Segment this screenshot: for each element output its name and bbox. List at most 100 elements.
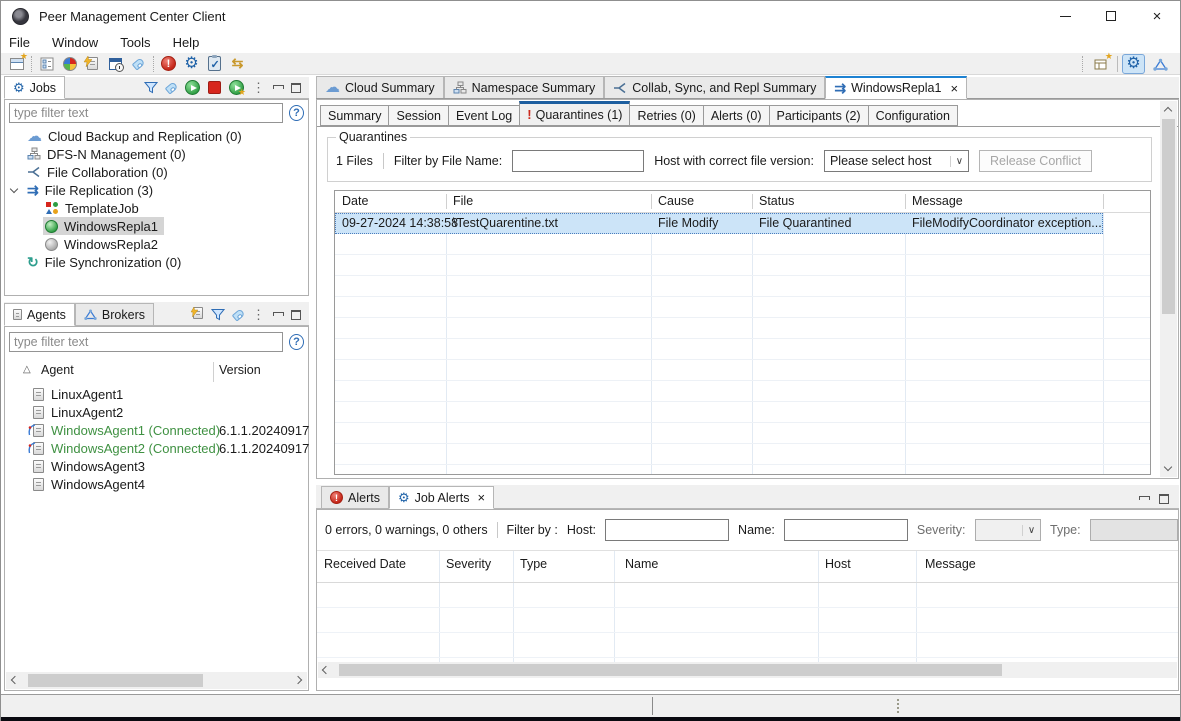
- tab-alerts[interactable]: ! Alerts: [321, 486, 389, 508]
- column-message[interactable]: Message: [912, 194, 963, 208]
- subtab-configuration[interactable]: Configuration: [868, 105, 958, 126]
- tab-job-alerts[interactable]: ⚙ Job Alerts ×: [389, 486, 494, 509]
- agent-row-windowsagent2[interactable]: WindowsAgent2 (Connected) 6.1.1.20240917: [5, 439, 308, 457]
- tree-item-templatejob[interactable]: TemplateJob: [5, 199, 308, 217]
- host-select[interactable]: Please select host ∨: [824, 150, 969, 172]
- maximize-view-icon[interactable]: [291, 310, 301, 320]
- agent-row-linuxagent2[interactable]: LinuxAgent2: [5, 403, 308, 421]
- minimize-view-icon[interactable]: [273, 311, 283, 319]
- agent-activity-icon[interactable]: [193, 307, 203, 322]
- scrollbar-thumb[interactable]: [28, 674, 203, 687]
- new-job-icon[interactable]: ★: [5, 54, 28, 74]
- column-date[interactable]: Date: [342, 194, 368, 208]
- maximize-view-icon[interactable]: [1159, 494, 1169, 504]
- open-perspective-icon[interactable]: ★: [1090, 54, 1113, 74]
- scroll-up-icon[interactable]: [1164, 107, 1172, 115]
- column-name[interactable]: Name: [625, 557, 658, 571]
- view-menu-icon[interactable]: ⋮: [252, 311, 265, 318]
- column-file[interactable]: File: [453, 194, 473, 208]
- close-button[interactable]: ×: [1134, 1, 1180, 31]
- jobs-help-icon[interactable]: ?: [289, 105, 304, 121]
- type-filter-input[interactable]: [1090, 519, 1178, 541]
- tree-item-windowsrepla2[interactable]: WindowsRepla2: [5, 235, 308, 253]
- stop-job-icon[interactable]: [208, 81, 221, 94]
- subtab-retries[interactable]: Retries (0): [630, 105, 702, 126]
- alerts-icon[interactable]: !: [157, 54, 180, 74]
- subtab-alerts[interactable]: Alerts (0): [703, 105, 769, 126]
- agents-hscrollbar[interactable]: [6, 672, 307, 689]
- close-tab-icon[interactable]: ×: [950, 81, 958, 96]
- maximize-view-icon[interactable]: [291, 83, 301, 93]
- minimize-view-icon[interactable]: [1139, 495, 1149, 503]
- close-tab-icon[interactable]: ×: [478, 490, 486, 505]
- release-conflict-button[interactable]: Release Conflict: [979, 150, 1092, 172]
- tree-item-windowsrepla1[interactable]: WindowsRepla1: [5, 217, 308, 235]
- scrollbar-thumb[interactable]: [1162, 119, 1175, 314]
- tree-item-dfsn[interactable]: DFS-N Management (0): [5, 145, 308, 163]
- tab-agents[interactable]: Agents: [4, 303, 75, 326]
- scheduled-tasks-icon[interactable]: [104, 54, 127, 74]
- tags-icon[interactable]: [165, 81, 179, 94]
- tag-icon[interactable]: [127, 54, 150, 74]
- subtab-participants[interactable]: Participants (2): [769, 105, 868, 126]
- file-name-filter-input[interactable]: [512, 150, 644, 172]
- column-status[interactable]: Status: [759, 194, 794, 208]
- column-message[interactable]: Message: [925, 557, 976, 571]
- agents-filter-input[interactable]: [9, 332, 283, 352]
- minimize-button[interactable]: [1042, 1, 1088, 31]
- menu-tools[interactable]: Tools: [120, 35, 150, 50]
- topology-perspective-icon[interactable]: [1149, 54, 1172, 74]
- scroll-left-icon[interactable]: [322, 666, 330, 674]
- filter-icon[interactable]: [144, 81, 158, 94]
- menu-file[interactable]: File: [9, 35, 30, 50]
- column-cause[interactable]: Cause: [658, 194, 694, 208]
- subtab-summary[interactable]: Summary: [320, 105, 388, 126]
- preferences-gear-icon[interactable]: ⚙: [180, 54, 203, 74]
- alerts-hscrollbar[interactable]: [318, 662, 1177, 678]
- view-menu-icon[interactable]: ⋮: [252, 84, 265, 91]
- refresh-sync-icon[interactable]: ⇆: [226, 54, 249, 74]
- editor-tab-namespace-summary[interactable]: Namespace Summary: [444, 76, 605, 98]
- checklist-icon[interactable]: [35, 54, 58, 74]
- restart-job-icon[interactable]: ★: [229, 80, 244, 95]
- subtab-quarantines[interactable]: ! Quarantines (1): [519, 101, 630, 126]
- validate-clipboard-icon[interactable]: [203, 54, 226, 74]
- agents-help-icon[interactable]: ?: [289, 334, 304, 350]
- tree-item-file-collaboration[interactable]: File Collaboration (0): [5, 163, 308, 181]
- host-filter-input[interactable]: [605, 519, 729, 541]
- start-job-icon[interactable]: [185, 80, 200, 95]
- tags-icon[interactable]: [232, 308, 246, 321]
- jobs-filter-input[interactable]: [9, 103, 283, 123]
- column-version[interactable]: Version: [219, 363, 261, 377]
- agent-row-windowsagent3[interactable]: WindowsAgent3: [5, 457, 308, 475]
- tab-jobs[interactable]: ⚙ Jobs: [4, 76, 65, 99]
- editor-vscrollbar[interactable]: [1160, 101, 1177, 477]
- quarantine-row[interactable]: 09-27-2024 14:38:58 \TestQuarentine.txt …: [335, 213, 1103, 234]
- vertical-sash[interactable]: [309, 77, 316, 691]
- editor-tab-windowsrepla1[interactable]: ⇉ WindowsRepla1 ×: [825, 76, 967, 99]
- horizontal-sash[interactable]: [316, 479, 1179, 485]
- name-filter-input[interactable]: [784, 519, 908, 541]
- agent-activity-icon[interactable]: [81, 54, 104, 74]
- expand-chevron-icon[interactable]: [10, 185, 18, 193]
- tree-item-cloud-backup[interactable]: ☁ Cloud Backup and Replication (0): [5, 127, 308, 145]
- subtab-event-log[interactable]: Event Log: [448, 105, 519, 126]
- summary-pie-icon[interactable]: [58, 54, 81, 74]
- menu-window[interactable]: Window: [52, 35, 98, 50]
- scroll-right-icon[interactable]: [294, 676, 302, 684]
- filter-icon[interactable]: [211, 308, 225, 321]
- agent-row-linuxagent1[interactable]: LinuxAgent1: [5, 385, 308, 403]
- agent-row-windowsagent1[interactable]: WindowsAgent1 (Connected) 6.1.1.20240917: [5, 421, 308, 439]
- tab-brokers[interactable]: Brokers: [75, 303, 154, 325]
- subtab-session[interactable]: Session: [388, 105, 447, 126]
- jobs-perspective-icon[interactable]: ⚙: [1122, 54, 1145, 74]
- editor-tab-cloud-summary[interactable]: ☁ Cloud Summary: [316, 76, 444, 98]
- scrollbar-thumb[interactable]: [339, 664, 1002, 676]
- minimize-view-icon[interactable]: [273, 84, 283, 92]
- column-host[interactable]: Host: [825, 557, 851, 571]
- column-agent[interactable]: Agent: [41, 363, 74, 377]
- sort-ascending-icon[interactable]: △: [23, 364, 31, 375]
- tree-item-file-synchronization[interactable]: ↻ File Synchronization (0): [5, 253, 308, 271]
- column-severity[interactable]: Severity: [446, 557, 491, 571]
- scroll-left-icon[interactable]: [11, 676, 19, 684]
